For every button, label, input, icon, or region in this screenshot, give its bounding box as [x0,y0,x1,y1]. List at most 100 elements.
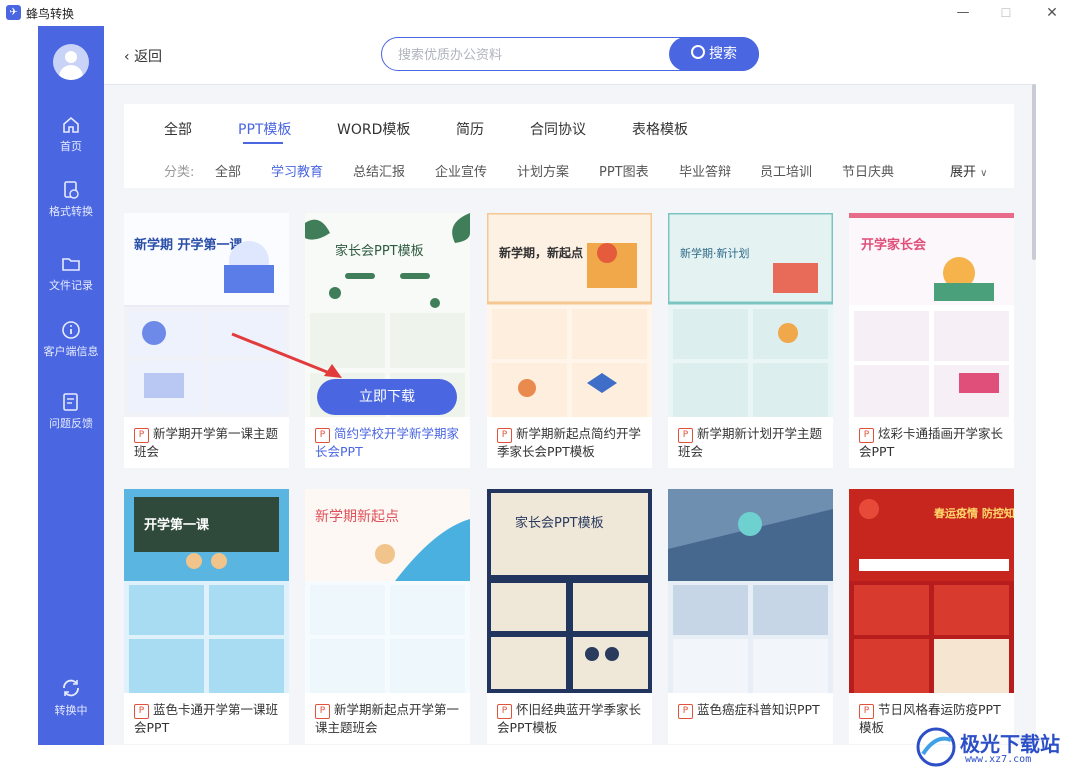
card-title-text: 新学期开学第一课主题班会 [134,426,279,459]
tab-ppt[interactable]: PPT模板 [238,119,291,139]
category-graduation[interactable]: 毕业答辩 [679,161,731,180]
sidebar-item-label: 首页 [60,140,82,153]
category-festival[interactable]: 节日庆典 [842,161,894,180]
template-thumbnail[interactable]: 春运疫情 防控知识 [849,489,1014,693]
category-promo[interactable]: 企业宣传 [435,161,487,180]
category-plan[interactable]: 计划方案 [517,161,569,180]
search-input[interactable] [396,45,670,65]
thumb-title: 开学家长会 [861,237,927,253]
expand-button[interactable]: 展开 ∨ [950,161,987,180]
annotation-arrow [231,332,342,378]
tab-word[interactable]: WORD模板 [337,119,410,139]
card-title[interactable]: P 新学期新计划开学主题班会 [678,425,828,461]
sidebar-item-convert[interactable]: 格式转换 [38,180,104,219]
sidebar-item-label: 问题反馈 [49,417,93,430]
ppt-file-icon: P [497,704,512,719]
template-card[interactable]: P 蓝色癌症科普知识PPT [668,489,833,744]
template-thumbnail[interactable]: 开学家长会 [849,213,1014,417]
category-education[interactable]: 学习教育 [271,161,323,180]
card-title[interactable]: P 怀旧经典蓝开学季家长会PPT模板 [497,701,647,737]
card-title[interactable]: P 蓝色癌症科普知识PPT [678,701,828,719]
template-card[interactable]: 新学期，新起点 P 新学期新起点简约开学季家长会PPT模板 [487,213,652,468]
card-title-text: 简约学校开学新学期家长会PPT [315,426,460,459]
template-thumbnail[interactable]: 新学期新起点 [305,489,470,693]
thumb-title: 开学第一课 [144,517,210,533]
template-thumbnail[interactable]: 开学第一课 [124,489,289,693]
watermark-text: 极光下载站 [960,732,1060,756]
card-title-text: 蓝色癌症科普知识PPT [697,702,820,717]
home-icon [63,116,79,133]
card-title[interactable]: P 新学期开学第一课主题班会 [134,425,284,461]
refresh-icon [63,679,79,697]
folder-icon [62,258,80,271]
top-bar: ‹ 返回 搜索 [104,26,1036,85]
feedback-icon [63,393,78,411]
minimize-button[interactable]: — [950,3,976,23]
sidebar: 首页 格式转换 文件记录 客户端信息 问题反馈 转换中 [38,26,104,745]
thumb-title: 新学期 开学第一课 [134,237,244,253]
ppt-file-icon: P [315,428,330,443]
sidebar-item-label: 文件记录 [49,279,93,292]
tab-all[interactable]: 全部 [164,119,192,139]
category-ppt-chart[interactable]: PPT图表 [599,161,649,180]
category-label: 分类: [164,165,195,180]
tab-contract[interactable]: 合同协议 [530,119,586,139]
template-thumbnail[interactable]: 新学期 开学第一课 [124,213,289,417]
thumb-title: 新学期，新起点 [499,245,583,260]
template-thumbnail[interactable]: 新学期·新计划 [668,213,833,417]
title-bar: ✈ 蜂鸟转换 — ☐ ✕ [0,0,1076,26]
card-title[interactable]: P 新学期新起点开学第一课主题班会 [315,701,465,737]
ppt-file-icon: P [315,704,330,719]
sidebar-item-converting[interactable]: 转换中 [38,677,104,718]
sidebar-item-records[interactable]: 文件记录 [38,254,104,293]
tab-table[interactable]: 表格模板 [632,119,688,139]
back-label: 返回 [134,49,163,65]
sidebar-item-home[interactable]: 首页 [38,115,104,154]
chevron-left-icon: ‹ [124,49,135,65]
thumb-title: 家长会PPT模板 [515,515,604,531]
sidebar-item-label: 转换中 [54,704,88,717]
expand-label: 展开 [950,165,977,180]
template-card[interactable]: 开学第一课 P 蓝色卡通开学第一课班会PPT [124,489,289,744]
tab-resume[interactable]: 简历 [456,119,484,139]
ppt-file-icon: P [134,704,149,719]
template-thumbnail[interactable]: 新学期，新起点 [487,213,652,417]
template-thumbnail[interactable]: 家长会PPT模板 [487,489,652,693]
active-tab-indicator [243,142,283,144]
card-title[interactable]: P 简约学校开学新学期家长会PPT [315,425,465,461]
card-title[interactable]: P 新学期新起点简约开学季家长会PPT模板 [497,425,647,461]
card-title-text: 怀旧经典蓝开学季家长会PPT模板 [497,702,642,735]
avatar[interactable] [53,44,89,80]
thumb-title: 家长会PPT模板 [335,243,424,259]
sidebar-item-feedback[interactable]: 问题反馈 [38,392,104,431]
sidebar-item-label: 格式转换 [49,205,93,218]
thumb-title: 新学期新起点 [315,509,399,525]
ppt-file-icon: P [859,428,874,443]
template-thumbnail[interactable] [668,489,833,693]
card-title[interactable]: P 炫彩卡通插画开学家长会PPT [859,425,1009,461]
template-thumbnail[interactable]: 家长会PPT模板 立即下载 [305,213,470,417]
category-summary[interactable]: 总结汇报 [353,161,405,180]
ppt-file-icon: P [497,428,512,443]
chevron-down-icon: ∨ [980,168,988,179]
app-logo-icon: ✈ [6,5,21,20]
ppt-file-icon: P [134,428,149,443]
template-card[interactable]: 春运疫情 防控知识 P节日风格春运防疫PPT模板 [849,489,1014,744]
ppt-file-icon: P [678,704,693,719]
template-card[interactable]: 开学家长会 P 炫彩卡通插画开学家长会PPT [849,213,1014,468]
card-title[interactable]: P 蓝色卡通开学第一课班会PPT [134,701,284,737]
template-card[interactable]: 家长会PPT模板 P 怀旧经典蓝开学季家长会PPT模板 [487,489,652,744]
category-training[interactable]: 员工培训 [760,161,812,180]
maximize-button[interactable]: ☐ [993,3,1019,23]
card-title-text: 新学期新计划开学主题班会 [678,426,823,459]
sidebar-item-client-info[interactable]: 客户端信息 [38,320,104,359]
card-title-text: 蓝色卡通开学第一课班会PPT [134,702,279,735]
scrollbar[interactable] [1032,84,1036,260]
thumb-title: 新学期·新计划 [680,246,750,260]
back-button[interactable]: ‹ 返回 [124,46,162,66]
template-card[interactable]: 新学期·新计划 P 新学期新计划开学主题班会 [668,213,833,468]
close-button[interactable]: ✕ [1039,3,1065,23]
category-all[interactable]: 全部 [215,161,241,180]
template-card[interactable]: 新学期新起点 P 新学期新起点开学第一课主题班会 [305,489,470,744]
search-button[interactable]: 搜索 [669,37,759,71]
